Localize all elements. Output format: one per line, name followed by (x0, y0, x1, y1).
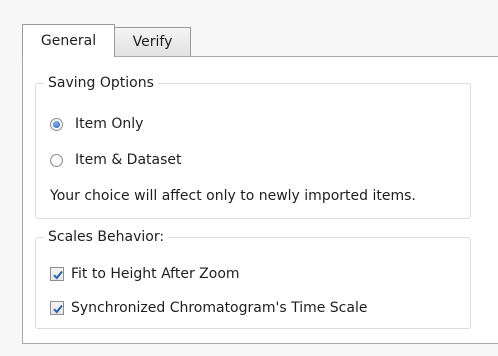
checkbox-synchronized-time-scale[interactable]: Synchronized Chromatogram's Time Scale (50, 298, 367, 318)
saving-options-group: Saving Options Item Only Item & Dataset … (35, 73, 471, 219)
check-mark-icon (53, 304, 63, 314)
saving-options-legend: Saving Options (44, 73, 158, 93)
radio-item-only[interactable]: Item Only (50, 114, 143, 134)
radio-item-only-label: Item Only (75, 116, 144, 132)
radio-button-icon[interactable] (50, 153, 63, 167)
checkbox-icon[interactable] (50, 267, 64, 281)
checkbox-synchronized-time-scale-label: Synchronized Chromatogram's Time Scale (71, 300, 368, 316)
radio-item-and-dataset-label: Item & Dataset (75, 152, 182, 168)
scales-behavior-legend: Scales Behavior: (44, 227, 169, 247)
check-mark-icon (53, 270, 63, 280)
tab-verify[interactable]: Verify (114, 27, 191, 56)
checkbox-fit-to-height-label: Fit to Height After Zoom (71, 266, 240, 282)
checkbox-icon[interactable] (50, 301, 64, 315)
tab-verify-label: Verify (132, 34, 173, 50)
tab-general[interactable]: General (22, 24, 115, 57)
saving-options-note: Your choice will affect only to newly im… (50, 188, 416, 204)
scales-behavior-group: Scales Behavior: Fit to Height After Zoo… (35, 227, 471, 329)
radio-item-and-dataset[interactable]: Item & Dataset (50, 150, 182, 170)
tab-strip: General Verify (0, 0, 498, 57)
general-tab-panel: Saving Options Item Only Item & Dataset … (22, 56, 498, 344)
radio-button-icon[interactable] (50, 117, 63, 131)
checkbox-fit-to-height[interactable]: Fit to Height After Zoom (50, 264, 240, 284)
tab-general-label: General (40, 33, 97, 49)
